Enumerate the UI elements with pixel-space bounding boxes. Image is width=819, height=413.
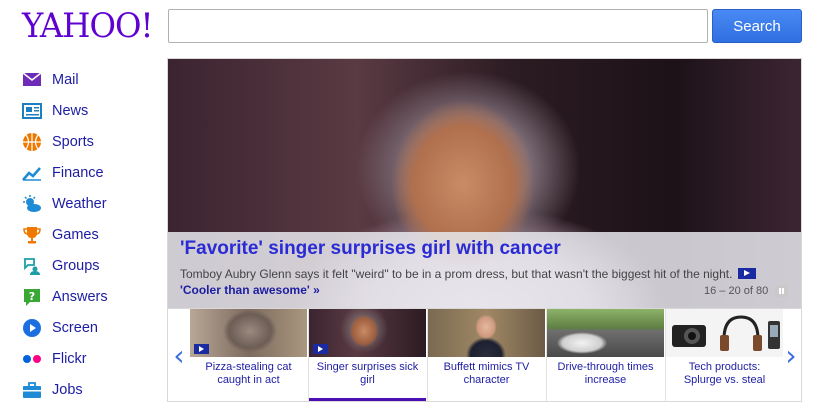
- search-input[interactable]: [168, 9, 708, 43]
- featured-story-summary: Tomboy Aubry Glenn says it felt "weird" …: [180, 267, 733, 281]
- sidebar-item-label: Groups: [52, 257, 100, 274]
- sidebar-item-label: Weather: [52, 195, 107, 212]
- svg-text:?: ?: [29, 290, 35, 303]
- sidebar-item-jobs[interactable]: Jobs: [22, 374, 162, 405]
- featured-story-title[interactable]: 'Favorite' singer surprises girl with ca…: [180, 238, 561, 260]
- featured-story-link[interactable]: 'Cooler than awesome' »: [180, 283, 320, 297]
- basketball-icon: [22, 132, 42, 152]
- carousel-item-caption: Drive-through times increase: [557, 361, 654, 386]
- sidebar-item-finance[interactable]: Finance: [22, 157, 162, 188]
- video-play-icon: [313, 344, 328, 354]
- carousel-prev-button[interactable]: ‹: [168, 309, 190, 401]
- carousel-item[interactable]: Pizza-stealing cat caught in act: [190, 309, 307, 401]
- yahoo-logo[interactable]: YAHOO!: [22, 6, 154, 46]
- carousel-item-caption: Singer surprises sick girl: [316, 361, 419, 386]
- newspaper-icon: [22, 101, 42, 121]
- thumbnail-image: [547, 309, 664, 357]
- thumbnail-image: [309, 309, 426, 357]
- carousel-item-caption: Pizza-stealing cat caught in act: [205, 361, 292, 386]
- sidebar-item-flickr[interactable]: Flickr: [22, 343, 162, 374]
- carousel-item[interactable]: Tech products: Splurge vs. steal: [666, 309, 783, 401]
- sidebar-item-mail[interactable]: Mail: [22, 64, 162, 95]
- groups-icon: [22, 256, 42, 276]
- sidebar-item-label: Sports: [52, 133, 94, 150]
- question-icon: ?: [22, 287, 42, 307]
- sidebar-item-groups[interactable]: Groups: [22, 250, 162, 281]
- thumbnail-image: [428, 309, 545, 357]
- sidebar-item-label: Flickr: [52, 350, 87, 367]
- sidebar-item-screen[interactable]: Screen: [22, 312, 162, 343]
- carousel-item[interactable]: Drive-through times increase: [547, 309, 664, 401]
- carousel-item[interactable]: Singer surprises sick girl: [309, 309, 426, 401]
- sidebar-item-label: Screen: [52, 319, 98, 336]
- video-play-icon: [737, 268, 756, 279]
- sidebar-item-news[interactable]: News: [22, 95, 162, 126]
- chart-icon: [22, 163, 42, 183]
- sidebar-item-label: Games: [52, 226, 99, 243]
- sidebar-item-label: Mail: [52, 71, 79, 88]
- trophy-icon: [22, 225, 42, 245]
- carousel-item-caption: Buffett mimics TV character: [443, 361, 530, 386]
- chevron-right-icon: ›: [785, 338, 797, 372]
- sidebar-item-label: Answers: [52, 288, 108, 305]
- envelope-icon: [22, 70, 42, 90]
- sidebar-item-label: News: [52, 102, 89, 119]
- carousel-next-button[interactable]: ›: [780, 309, 802, 401]
- chevron-left-icon: ‹: [173, 338, 185, 372]
- sidebar-nav: Mail News Sports Finance Weather Games G…: [22, 64, 162, 405]
- carousel-item-caption: Tech products: Splurge vs. steal: [683, 361, 766, 386]
- carousel-item[interactable]: Buffett mimics TV character: [428, 309, 545, 401]
- thumbnail-image: [190, 309, 307, 357]
- play-circle-icon: [22, 318, 42, 338]
- pause-button[interactable]: [775, 285, 788, 297]
- video-play-icon: [194, 344, 209, 354]
- story-carousel: ‹ Pizza-stealing cat caught in act Singe…: [167, 309, 802, 402]
- search-button[interactable]: Search: [712, 9, 802, 43]
- featured-story-description: Tomboy Aubry Glenn says it felt "weird" …: [180, 266, 765, 298]
- sidebar-item-weather[interactable]: Weather: [22, 188, 162, 219]
- sidebar-item-games[interactable]: Games: [22, 219, 162, 250]
- sidebar-item-sports[interactable]: Sports: [22, 126, 162, 157]
- briefcase-icon: [22, 380, 42, 400]
- slide-counter: 16 – 20 of 80: [704, 285, 769, 297]
- sidebar-item-answers[interactable]: ? Answers: [22, 281, 162, 312]
- flickr-dots-icon: [22, 349, 42, 369]
- sidebar-item-label: Finance: [52, 164, 104, 181]
- sun-cloud-icon: [22, 194, 42, 214]
- thumbnail-image: [666, 309, 783, 357]
- featured-story[interactable]: 'Favorite' singer surprises girl with ca…: [167, 58, 802, 309]
- sidebar-item-label: Jobs: [52, 381, 83, 398]
